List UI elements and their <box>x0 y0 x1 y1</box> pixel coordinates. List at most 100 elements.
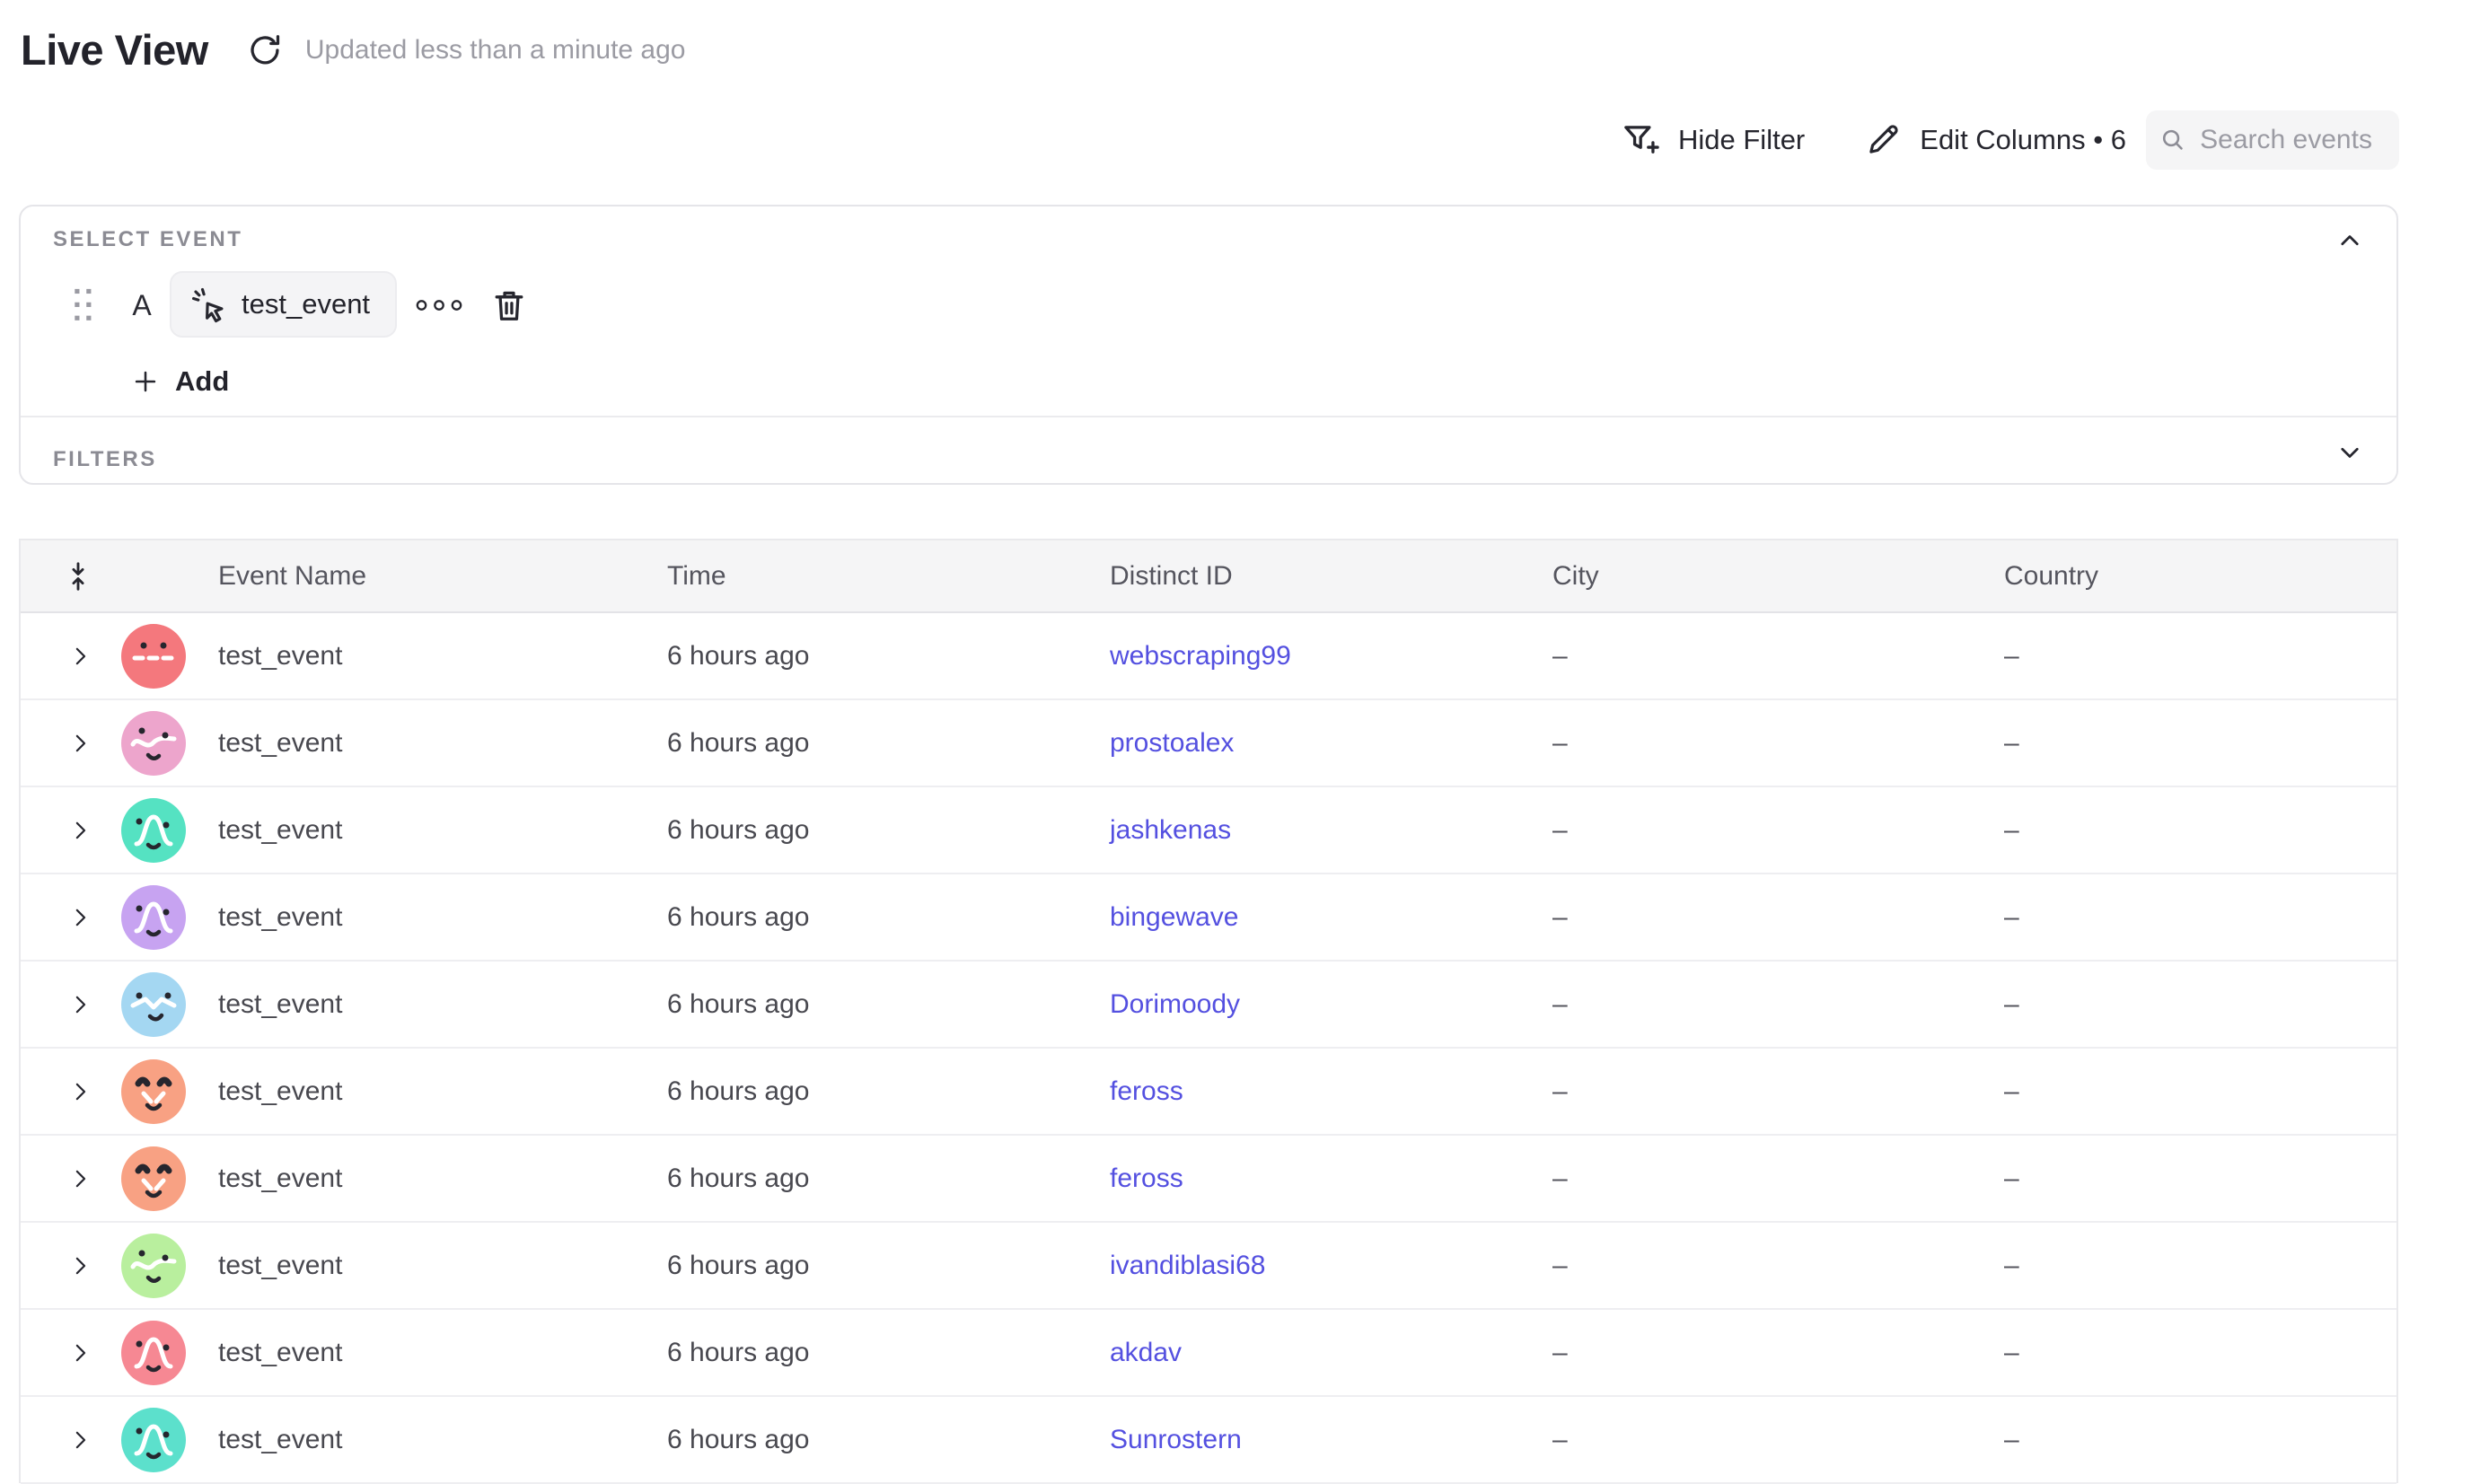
distinct-id-link[interactable]: Dorimoody <box>1110 989 1240 1019</box>
table-row: test_event 6 hours ago webscraping99 – – <box>21 613 2396 700</box>
country-cell: – <box>2004 641 2019 672</box>
expand-row-button[interactable] <box>64 727 96 760</box>
hide-filter-button[interactable]: Hide Filter <box>1621 120 1805 160</box>
country-cell: – <box>2004 1425 2019 1455</box>
expand-row-button[interactable] <box>64 901 96 934</box>
distinct-id-link[interactable]: feross <box>1110 1163 1183 1193</box>
header-distinct-id[interactable]: Distinct ID <box>1110 561 1233 592</box>
expand-row-button[interactable] <box>64 814 96 847</box>
drag-handle[interactable] <box>71 281 96 329</box>
drag-dots-icon <box>74 287 93 323</box>
add-label: Add <box>175 365 229 398</box>
time-cell: 6 hours ago <box>667 1338 809 1368</box>
table-row: test_event 6 hours ago feross – – <box>21 1136 2396 1223</box>
edit-columns-button[interactable]: Edit Columns • 6 <box>1864 121 2126 159</box>
event-name-cell: test_event <box>218 1425 342 1455</box>
avatar <box>121 798 186 863</box>
avatar <box>121 1321 186 1385</box>
query-builder-panel: SELECT EVENT A test_event <box>19 205 2398 485</box>
table-row: test_event 6 hours ago bingewave – – <box>21 874 2396 962</box>
table-row: test_event 6 hours ago Sunrostern – – <box>21 1397 2396 1484</box>
event-name-cell: test_event <box>218 1163 342 1194</box>
plus-icon <box>130 366 161 397</box>
table-row: test_event 6 hours ago jashkenas – – <box>21 787 2396 874</box>
chevron-right-icon <box>66 643 93 670</box>
time-cell: 6 hours ago <box>667 1076 809 1107</box>
event-name-cell: test_event <box>218 728 342 759</box>
chevron-right-icon <box>66 1165 93 1192</box>
add-event-button[interactable]: Add <box>130 361 229 402</box>
edit-columns-label: Edit Columns • 6 <box>1920 124 2126 156</box>
expand-row-button[interactable] <box>64 1163 96 1195</box>
search-box[interactable] <box>2146 110 2399 170</box>
event-chip-label: test_event <box>242 288 370 321</box>
avatar-face <box>121 624 186 689</box>
hide-filter-label: Hide Filter <box>1678 124 1805 156</box>
trash-icon <box>489 285 529 325</box>
distinct-id-link[interactable]: feross <box>1110 1076 1183 1106</box>
toolbar: Hide Filter Edit Columns • 6 <box>1621 110 2399 170</box>
chevron-right-icon <box>66 1078 93 1105</box>
table-row: test_event 6 hours ago ivandiblasi68 – – <box>21 1223 2396 1310</box>
avatar-face <box>121 972 186 1037</box>
expand-row-button[interactable] <box>64 1250 96 1282</box>
expand-filters-button[interactable] <box>2330 433 2370 472</box>
select-event-label: SELECT EVENT <box>53 227 242 252</box>
distinct-id-link[interactable]: Sunrostern <box>1110 1425 1242 1454</box>
distinct-id-link[interactable]: bingewave <box>1110 902 1238 932</box>
chevron-right-icon <box>66 1427 93 1453</box>
country-cell: – <box>2004 1163 2019 1194</box>
avatar <box>121 624 186 689</box>
time-cell: 6 hours ago <box>667 728 809 759</box>
collapse-select-event-button[interactable] <box>2330 221 2370 260</box>
time-cell: 6 hours ago <box>667 815 809 846</box>
avatar <box>121 1059 186 1124</box>
chevron-right-icon <box>66 1252 93 1279</box>
table-row: test_event 6 hours ago akdav – – <box>21 1310 2396 1397</box>
time-cell: 6 hours ago <box>667 641 809 672</box>
distinct-id-link[interactable]: jashkenas <box>1110 815 1231 845</box>
time-cell: 6 hours ago <box>667 989 809 1020</box>
more-options-button[interactable] <box>412 287 466 323</box>
chevron-down-icon <box>2334 436 2366 469</box>
expand-row-button[interactable] <box>64 640 96 672</box>
avatar-face <box>121 1146 186 1211</box>
collapse-rows-button[interactable] <box>58 557 98 596</box>
refresh-button[interactable] <box>244 30 286 71</box>
events-table: Event Name Time Distinct ID City Country… <box>19 539 2398 1483</box>
expand-row-button[interactable] <box>64 1076 96 1108</box>
distinct-id-link[interactable]: webscraping99 <box>1110 641 1291 671</box>
header-country[interactable]: Country <box>2004 561 2098 592</box>
header-city[interactable]: City <box>1552 561 1599 592</box>
avatar <box>121 1146 186 1211</box>
distinct-id-link[interactable]: ivandiblasi68 <box>1110 1251 1265 1280</box>
distinct-id-link[interactable]: prostoalex <box>1110 728 1234 758</box>
expand-row-button[interactable] <box>64 1424 96 1456</box>
chevron-up-icon <box>2334 224 2366 257</box>
avatar-face <box>121 798 186 863</box>
avatar-face <box>121 1234 186 1298</box>
city-cell: – <box>1552 641 1568 672</box>
city-cell: – <box>1552 1076 1568 1107</box>
delete-event-button[interactable] <box>488 284 531 327</box>
expand-row-button[interactable] <box>64 988 96 1021</box>
expand-row-button[interactable] <box>64 1337 96 1369</box>
more-dots-icon <box>414 294 464 317</box>
city-cell: – <box>1552 989 1568 1020</box>
event-chip[interactable]: test_event <box>170 271 397 338</box>
event-name-cell: test_event <box>218 1251 342 1281</box>
distinct-id-link[interactable]: akdav <box>1110 1338 1182 1367</box>
panel-divider <box>21 416 2396 417</box>
event-letter: A <box>127 289 157 322</box>
table-row: test_event 6 hours ago feross – – <box>21 1049 2396 1136</box>
search-input[interactable] <box>2198 124 2385 156</box>
header-time[interactable]: Time <box>667 561 726 592</box>
time-cell: 6 hours ago <box>667 1163 809 1194</box>
event-name-cell: test_event <box>218 641 342 672</box>
collapse-vertical-icon <box>61 559 95 593</box>
time-cell: 6 hours ago <box>667 1425 809 1455</box>
country-cell: – <box>2004 989 2019 1020</box>
header-event-name[interactable]: Event Name <box>218 561 366 592</box>
country-cell: – <box>2004 1338 2019 1368</box>
chevron-right-icon <box>66 991 93 1018</box>
